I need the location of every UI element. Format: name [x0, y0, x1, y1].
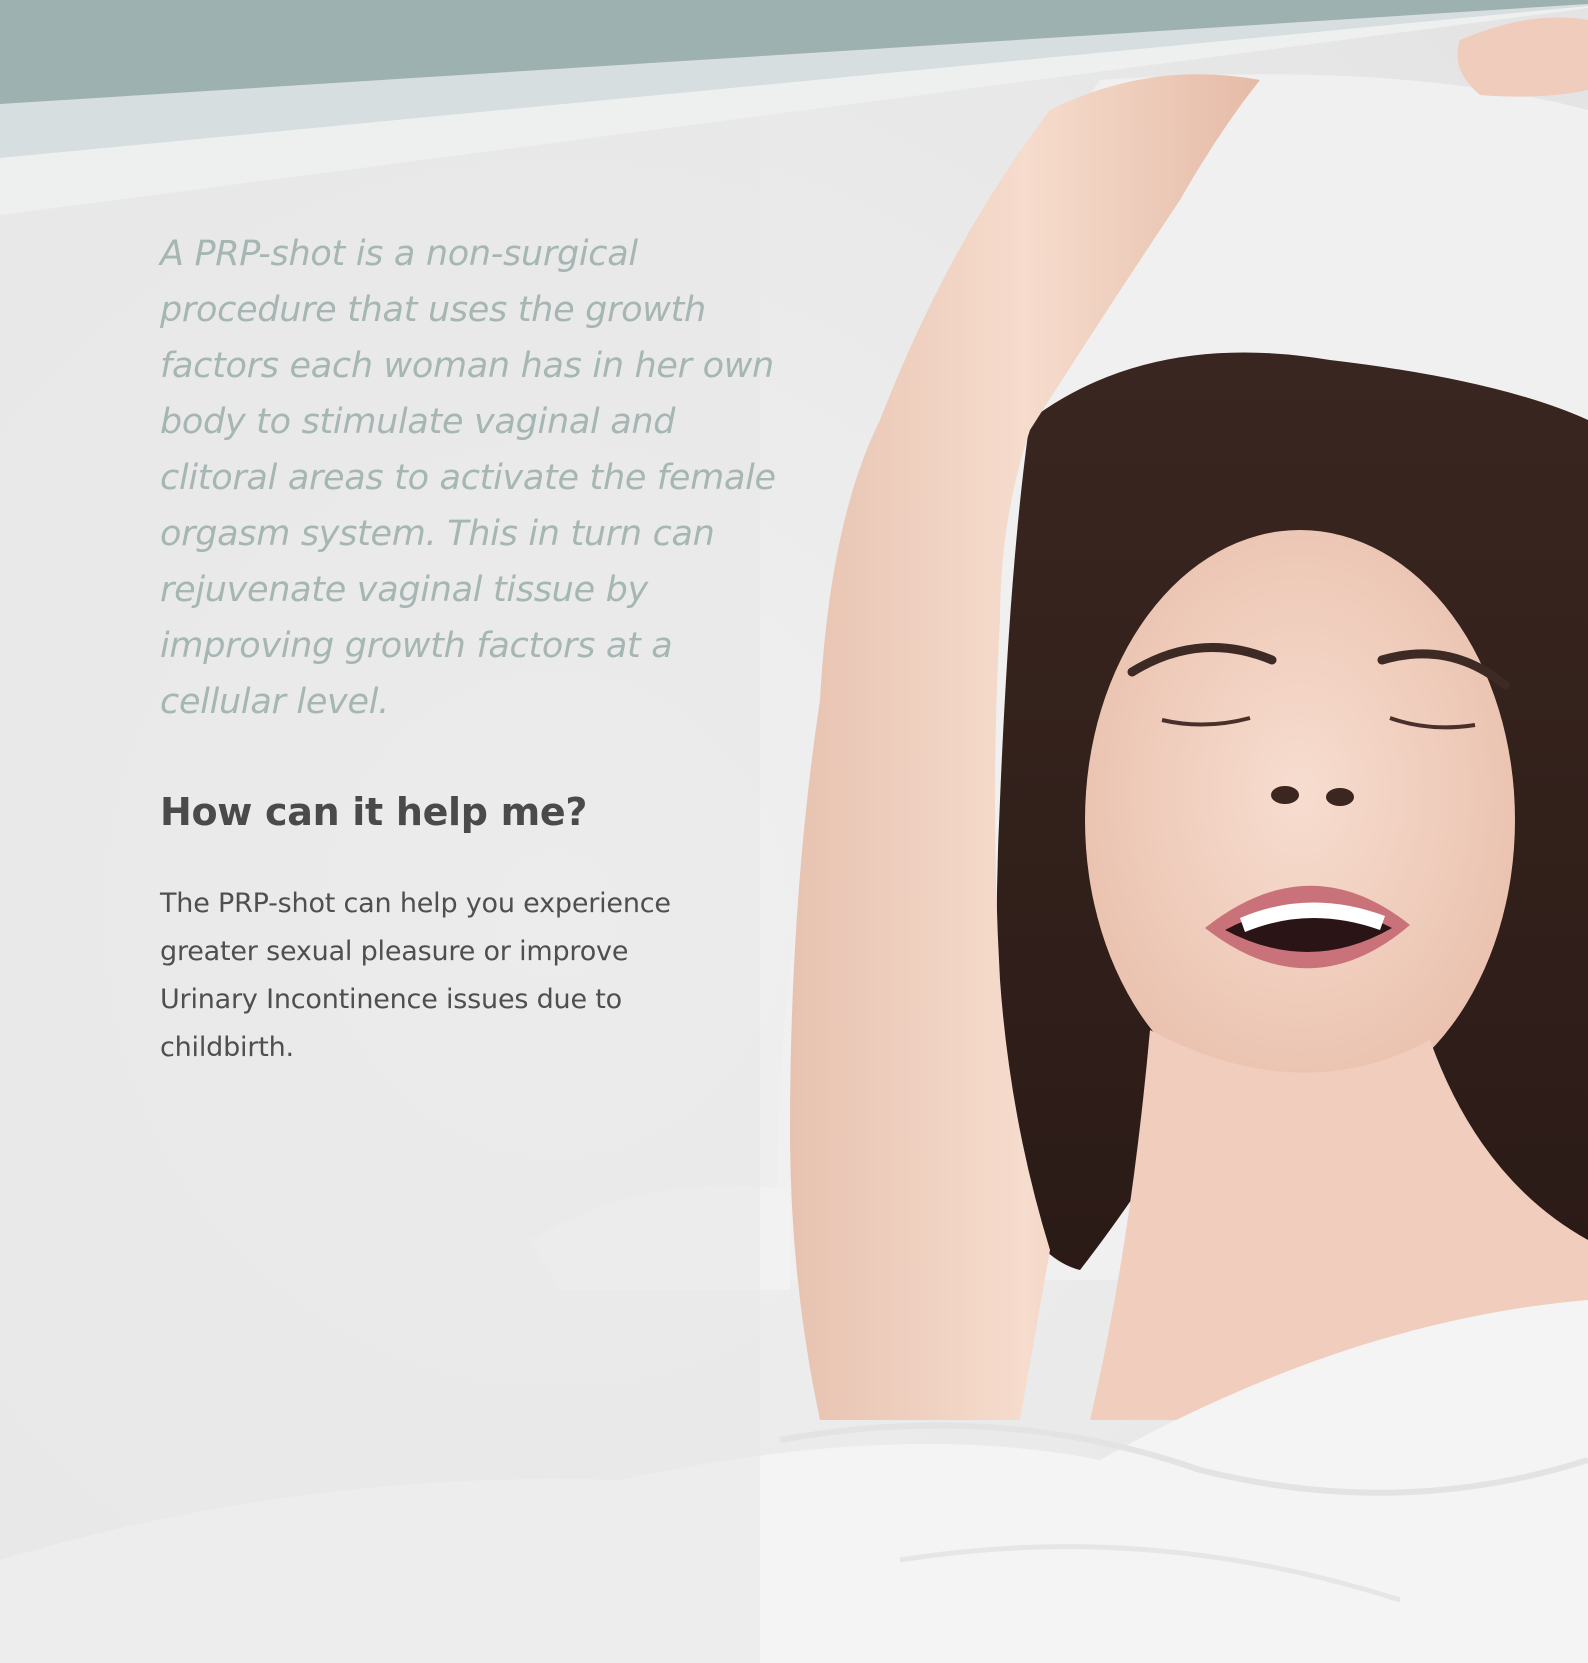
section-body: The PRP-shot can help you experience gre… [160, 888, 671, 1063]
page: A PRP-shot is a non-surgical procedure t… [0, 0, 1588, 1663]
header-band [0, 0, 1588, 215]
section-heading: How can it help me? [160, 790, 588, 834]
intro-column: A PRP-shot is a non-surgical procedure t… [160, 226, 800, 730]
intro-paragraph: A PRP-shot is a non-surgical procedure t… [160, 234, 776, 722]
